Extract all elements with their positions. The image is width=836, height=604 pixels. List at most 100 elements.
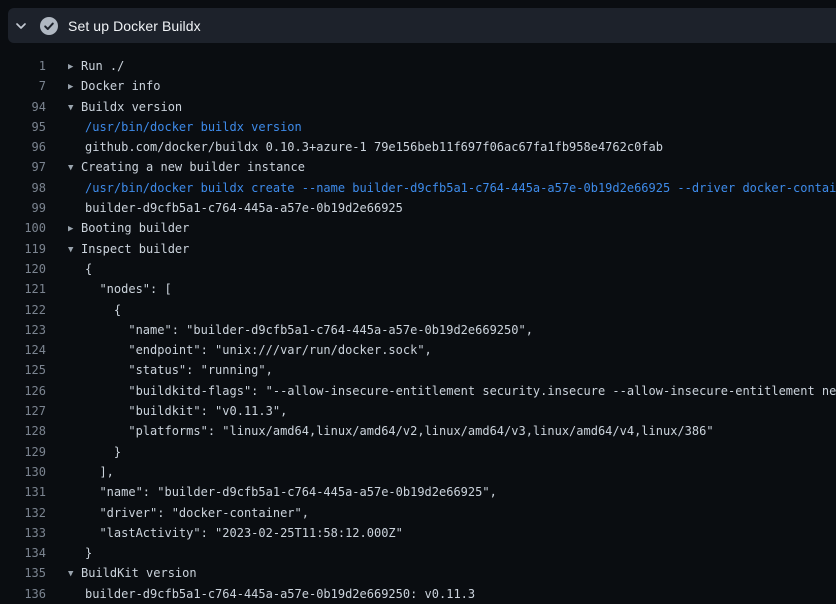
line-text: Booting builder xyxy=(81,221,189,235)
line-content: "name": "builder-d9cfb5a1-c764-445a-a57e… xyxy=(68,320,533,340)
group-toggle-icon[interactable]: ▶ xyxy=(68,57,81,76)
line-text: "buildkit": "v0.11.3", xyxy=(85,404,287,418)
line-content: "buildkitd-flags": "--allow-insecure-ent… xyxy=(68,381,836,401)
log-line: 126 "buildkitd-flags": "--allow-insecure… xyxy=(0,381,836,401)
line-number[interactable]: 126 xyxy=(0,381,46,401)
line-content: } xyxy=(68,543,92,563)
step-title: Set up Docker Buildx xyxy=(68,18,201,34)
line-number[interactable]: 99 xyxy=(0,198,46,218)
line-content: "status": "running", xyxy=(68,360,273,380)
line-number[interactable]: 94 xyxy=(0,97,46,117)
log-group-header[interactable]: 94 ▼Buildx version xyxy=(0,97,836,117)
line-content: builder-d9cfb5a1-c764-445a-a57e-0b19d2e6… xyxy=(68,198,403,218)
line-content: "lastActivity": "2023-02-25T11:58:12.000… xyxy=(68,523,403,543)
line-number[interactable]: 1 xyxy=(0,56,46,76)
log-line: 132 "driver": "docker-container", xyxy=(0,503,836,523)
check-circle-icon xyxy=(40,17,58,35)
line-text: github.com/docker/buildx 0.10.3+azure-1 … xyxy=(85,140,663,154)
line-content: "nodes": [ xyxy=(68,279,172,299)
log-group-header[interactable]: 135 ▼BuildKit version xyxy=(0,563,836,583)
line-text: builder-d9cfb5a1-c764-445a-a57e-0b19d2e6… xyxy=(85,201,403,215)
line-text: Docker info xyxy=(81,79,160,93)
line-content: ▼Creating a new builder instance xyxy=(68,157,305,177)
line-text: { xyxy=(85,303,121,317)
line-content: } xyxy=(68,442,121,462)
line-content: ▼BuildKit version xyxy=(68,563,197,583)
line-text: "buildkitd-flags": "--allow-insecure-ent… xyxy=(85,384,836,398)
line-content: { xyxy=(68,259,92,279)
line-number[interactable]: 129 xyxy=(0,442,46,462)
line-content: ▶Run ./ xyxy=(68,56,124,76)
line-number[interactable]: 95 xyxy=(0,117,46,137)
log-line: 127 "buildkit": "v0.11.3", xyxy=(0,401,836,421)
group-toggle-icon[interactable]: ▼ xyxy=(68,98,81,117)
line-text: Inspect builder xyxy=(81,242,189,256)
log-line: 95 /usr/bin/docker buildx version xyxy=(0,117,836,137)
log-lines: 1 ▶Run ./ 7 ▶Docker info 94 ▼Buildx vers… xyxy=(0,56,836,604)
log-group-header[interactable]: 100 ▶Booting builder xyxy=(0,218,836,238)
log-group-header[interactable]: 1 ▶Run ./ xyxy=(0,56,836,76)
line-text: { xyxy=(85,262,92,276)
log-line: 98 /usr/bin/docker buildx create --name … xyxy=(0,178,836,198)
log-line: 133 "lastActivity": "2023-02-25T11:58:12… xyxy=(0,523,836,543)
log-viewer: 1 ▶Run ./ 7 ▶Docker info 94 ▼Buildx vers… xyxy=(0,44,836,604)
line-number[interactable]: 96 xyxy=(0,137,46,157)
line-number[interactable]: 132 xyxy=(0,503,46,523)
line-number[interactable]: 128 xyxy=(0,421,46,441)
line-text: builder-d9cfb5a1-c764-445a-a57e-0b19d2e6… xyxy=(85,587,475,601)
line-text: ], xyxy=(85,465,114,479)
line-content: "buildkit": "v0.11.3", xyxy=(68,401,287,421)
line-number[interactable]: 135 xyxy=(0,563,46,583)
log-group-header[interactable]: 97 ▼Creating a new builder instance xyxy=(0,157,836,177)
log-line: 136 builder-d9cfb5a1-c764-445a-a57e-0b19… xyxy=(0,584,836,604)
line-number[interactable]: 131 xyxy=(0,482,46,502)
group-toggle-icon[interactable]: ▶ xyxy=(68,77,81,96)
line-content: { xyxy=(68,300,121,320)
line-text: } xyxy=(85,546,92,560)
group-toggle-icon[interactable]: ▼ xyxy=(68,240,81,259)
line-content: "name": "builder-d9cfb5a1-c764-445a-a57e… xyxy=(68,482,497,502)
line-content: "endpoint": "unix:///var/run/docker.sock… xyxy=(68,340,432,360)
line-number[interactable]: 127 xyxy=(0,401,46,421)
line-text: /usr/bin/docker buildx version xyxy=(85,120,302,134)
line-number[interactable]: 133 xyxy=(0,523,46,543)
line-number[interactable]: 124 xyxy=(0,340,46,360)
line-content: github.com/docker/buildx 0.10.3+azure-1 … xyxy=(68,137,663,157)
line-number[interactable]: 136 xyxy=(0,584,46,604)
line-number[interactable]: 119 xyxy=(0,239,46,259)
line-number[interactable]: 120 xyxy=(0,259,46,279)
log-group-header[interactable]: 119 ▼Inspect builder xyxy=(0,239,836,259)
line-number[interactable]: 121 xyxy=(0,279,46,299)
line-number[interactable]: 134 xyxy=(0,543,46,563)
line-text: BuildKit version xyxy=(81,566,197,580)
line-text: "platforms": "linux/amd64,linux/amd64/v2… xyxy=(85,424,714,438)
line-content: ▼Buildx version xyxy=(68,97,182,117)
step-header[interactable]: Set up Docker Buildx xyxy=(8,8,836,43)
line-number[interactable]: 97 xyxy=(0,157,46,177)
line-text: Run ./ xyxy=(81,59,124,73)
log-line: 125 "status": "running", xyxy=(0,360,836,380)
line-number[interactable]: 122 xyxy=(0,300,46,320)
group-toggle-icon[interactable]: ▼ xyxy=(68,158,81,177)
log-group-header[interactable]: 7 ▶Docker info xyxy=(0,76,836,96)
line-content: builder-d9cfb5a1-c764-445a-a57e-0b19d2e6… xyxy=(68,584,475,604)
line-content: /usr/bin/docker buildx create --name bui… xyxy=(68,178,836,198)
log-line: 124 "endpoint": "unix:///var/run/docker.… xyxy=(0,340,836,360)
line-number[interactable]: 100 xyxy=(0,218,46,238)
line-number[interactable]: 125 xyxy=(0,360,46,380)
line-text: "driver": "docker-container", xyxy=(85,506,309,520)
log-line: 122 { xyxy=(0,300,836,320)
line-number[interactable]: 98 xyxy=(0,178,46,198)
log-line: 96 github.com/docker/buildx 0.10.3+azure… xyxy=(0,137,836,157)
log-line: 121 "nodes": [ xyxy=(0,279,836,299)
group-toggle-icon[interactable]: ▼ xyxy=(68,564,81,583)
line-number[interactable]: 7 xyxy=(0,76,46,96)
log-line: 99 builder-d9cfb5a1-c764-445a-a57e-0b19d… xyxy=(0,198,836,218)
line-text: Buildx version xyxy=(81,100,182,114)
chevron-down-icon[interactable] xyxy=(15,20,27,32)
line-content: /usr/bin/docker buildx version xyxy=(68,117,302,137)
line-content: ▼Inspect builder xyxy=(68,239,189,259)
line-number[interactable]: 123 xyxy=(0,320,46,340)
group-toggle-icon[interactable]: ▶ xyxy=(68,219,81,238)
line-number[interactable]: 130 xyxy=(0,462,46,482)
